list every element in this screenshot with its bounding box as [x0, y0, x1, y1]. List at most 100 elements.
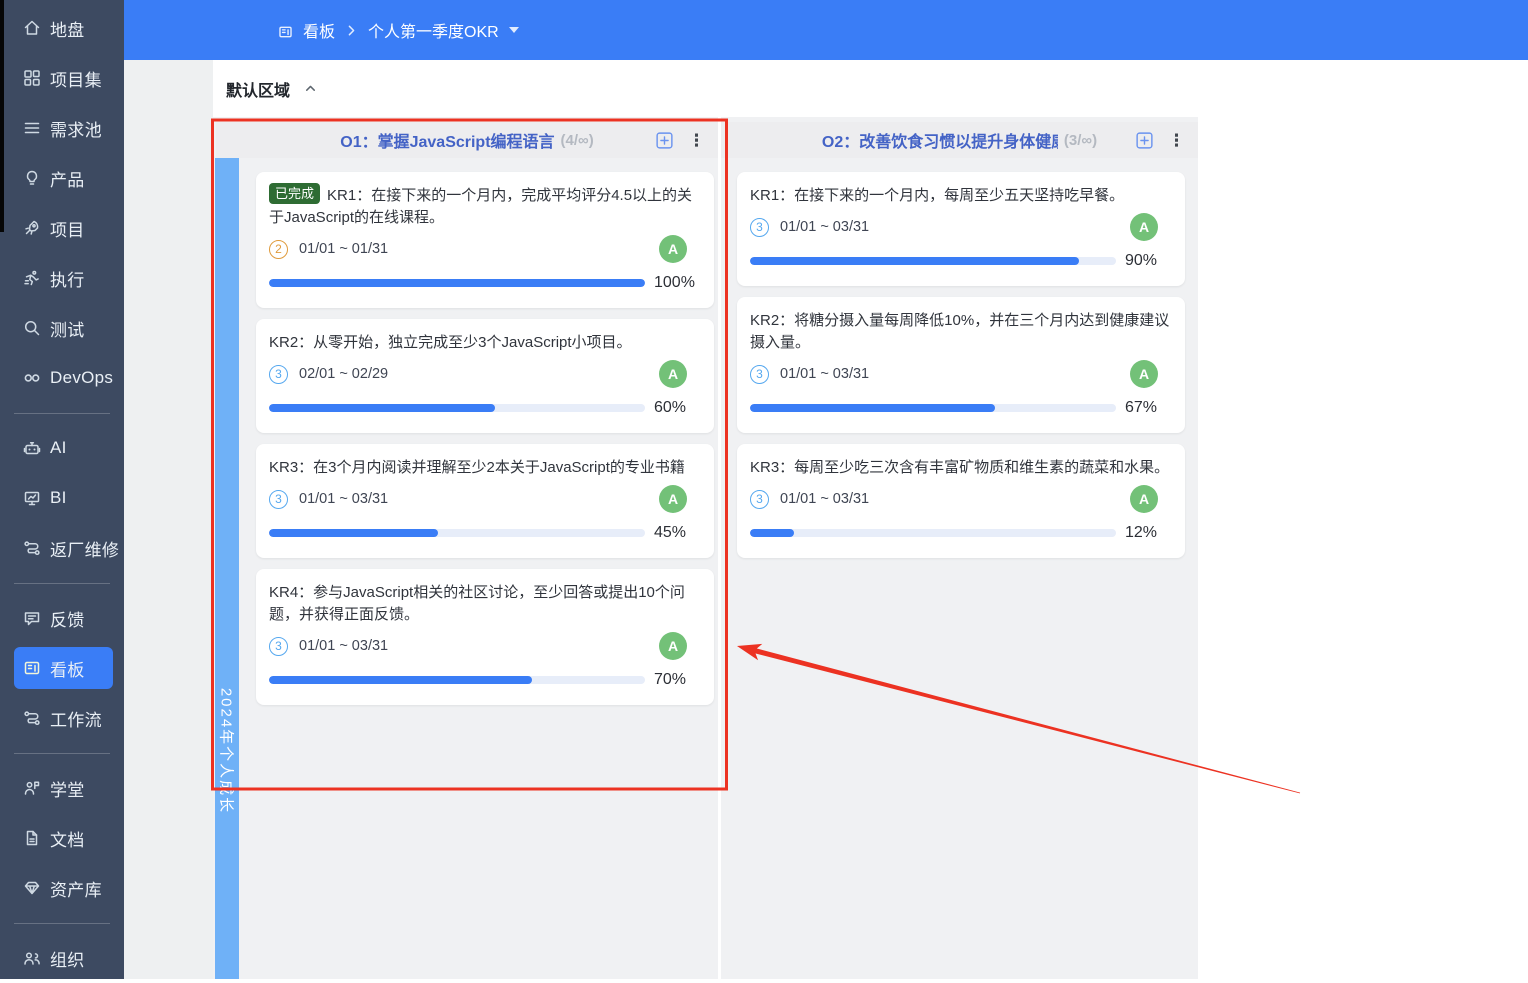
progress-row: 100%: [269, 273, 701, 293]
avatar[interactable]: A: [659, 485, 687, 513]
progress-percent: 100%: [645, 274, 701, 292]
column-header: O1：掌握JavaScript编程语言 (4/∞) ⋮: [216, 122, 718, 158]
sidebar-item-document[interactable]: 文档: [14, 813, 113, 863]
sidebar-item-test[interactable]: 测试: [14, 303, 113, 353]
sidebar-item-project[interactable]: 项目: [14, 203, 113, 253]
kr-card[interactable]: KR1：在接下来的一个月内，每周至少五天坚持吃早餐。 3 01/01 ~ 03/…: [737, 172, 1185, 286]
sidebar-item-label: 执行: [50, 266, 85, 291]
window-edge: [0, 0, 4, 232]
priority-icon: 3: [750, 365, 769, 384]
progress-fill: [750, 257, 1079, 265]
kanban-icon: [277, 22, 294, 39]
progress-row: 45%: [269, 523, 701, 543]
kr-card[interactable]: KR3：每周至少吃三次含有丰富矿物质和维生素的蔬菜和水果。 3 01/01 ~ …: [737, 444, 1185, 558]
card-title-text: KR2：将糖分摄入量每周降低10%，并在三个月内达到健康建议摄入量。: [750, 312, 1169, 351]
progress-percent: 12%: [1116, 524, 1172, 542]
avatar[interactable]: A: [659, 632, 687, 660]
kr-card[interactable]: KR2：将糖分摄入量每周降低10%，并在三个月内达到健康建议摄入量。 3 01/…: [737, 297, 1185, 433]
sidebar-item-execution[interactable]: 执行: [14, 253, 113, 303]
priority-icon: 3: [750, 218, 769, 237]
kanban-board: O1：掌握JavaScript编程语言 (4/∞) ⋮ 已完成KR1：在接下来的…: [213, 117, 1528, 979]
sidebar-item-label: 反馈: [50, 606, 85, 631]
sidebar-item-label: 测试: [50, 316, 85, 341]
asset-icon: [22, 878, 42, 898]
section-header: 默认区域: [213, 60, 1528, 117]
sidebar-item-project-set[interactable]: 项目集: [14, 53, 113, 103]
column-title[interactable]: O1：掌握JavaScript编程语言: [340, 128, 554, 152]
date-range: 02/01 ~ 02/29: [299, 366, 388, 382]
workflow-icon: [22, 708, 42, 728]
sidebar-item-label: 返厂维修: [50, 536, 119, 561]
kr-card[interactable]: KR3：在3个月内阅读并理解至少2本关于JavaScript的专业书籍 3 01…: [256, 444, 714, 558]
sidebar-item-demand-pool[interactable]: 需求池: [14, 103, 113, 153]
project-set-icon: [22, 68, 42, 88]
card-title-text: KR4：参与JavaScript相关的社区讨论，至少回答或提出10个问题，并获得…: [269, 584, 685, 623]
date-range: 01/01 ~ 03/31: [299, 491, 388, 507]
date-range: 01/01 ~ 03/31: [780, 219, 869, 235]
breadcrumb-root[interactable]: 看板: [303, 18, 335, 42]
sidebar-item-label: 地盘: [50, 16, 85, 41]
sidebar-item-ai[interactable]: AI: [14, 423, 113, 473]
kr-card[interactable]: 已完成KR1：在接下来的一个月内，完成平均评分4.5以上的关于JavaScrip…: [256, 172, 714, 308]
progress-bar: [269, 404, 645, 412]
card-list: KR1：在接下来的一个月内，每周至少五天坚持吃早餐。 3 01/01 ~ 03/…: [721, 158, 1198, 558]
column-count: (4/∞): [561, 132, 594, 149]
progress-percent: 60%: [645, 399, 701, 417]
avatar[interactable]: A: [659, 360, 687, 388]
feedback-icon: [22, 608, 42, 628]
sidebar-item-devops[interactable]: DevOps: [14, 353, 113, 403]
home-icon: [22, 18, 42, 38]
kr-card[interactable]: KR4：参与JavaScript相关的社区讨论，至少回答或提出10个问题，并获得…: [256, 569, 714, 705]
progress-fill: [750, 529, 794, 537]
swimlane-strip[interactable]: 2024年个人成长: [215, 158, 239, 979]
main-area: 默认区域 O1：掌握JavaScript编程语言 (4/∞) ⋮ 已完成KR1：…: [124, 60, 1528, 979]
card-title: KR3：在3个月内阅读并理解至少2本关于JavaScript的专业书籍: [269, 457, 701, 479]
kr-card[interactable]: KR2：从零开始，独立完成至少3个JavaScript小项目。 3 02/01 …: [256, 319, 714, 433]
sidebar-item-label: 看板: [50, 656, 85, 681]
add-card-button[interactable]: [656, 132, 673, 149]
breadcrumb: 看板 个人第一季度OKR: [277, 18, 519, 42]
demand-pool-icon: [22, 118, 42, 138]
avatar[interactable]: A: [1130, 213, 1158, 241]
avatar[interactable]: A: [659, 235, 687, 263]
sidebar-item-label: DevOps: [50, 368, 113, 388]
chevron-down-icon[interactable]: [509, 27, 519, 33]
sidebar-item-school[interactable]: 学堂: [14, 763, 113, 813]
sidebar-item-kanban[interactable]: 看板: [14, 647, 113, 689]
progress-row: 70%: [269, 670, 701, 690]
sidebar-item-product[interactable]: 产品: [14, 153, 113, 203]
sidebar-item-home[interactable]: 地盘: [14, 3, 113, 53]
section-title: 默认区域: [226, 77, 290, 101]
column-header: O2：改善饮食习惯以提升身体健康 (3/∞) ⋮: [721, 122, 1198, 158]
bi-icon: [22, 488, 42, 508]
sidebar-item-bi[interactable]: BI: [14, 473, 113, 523]
okr-column-o1: O1：掌握JavaScript编程语言 (4/∞) ⋮ 已完成KR1：在接下来的…: [213, 117, 718, 979]
progress-fill: [269, 676, 532, 684]
sidebar-item-label: 需求池: [50, 116, 102, 141]
sidebar-item-label: 工作流: [50, 706, 102, 731]
status-badge: 已完成: [269, 183, 320, 204]
sidebar-item-feedback[interactable]: 反馈: [14, 593, 113, 643]
chevron-up-icon[interactable]: [303, 81, 318, 96]
column-menu-button[interactable]: ⋮: [688, 132, 705, 149]
sidebar-item-workflow[interactable]: 工作流: [14, 693, 113, 743]
sidebar: 地盘 项目集 需求池 产品 项目 执行 测试 DevOps AI BI 返厂维修: [0, 0, 124, 979]
date-range: 01/01 ~ 03/31: [780, 366, 869, 382]
sidebar-item-repair[interactable]: 返厂维修: [14, 523, 113, 573]
sidebar-item-org[interactable]: 组织: [14, 933, 113, 983]
column-title[interactable]: O2：改善饮食习惯以提升身体健康: [822, 128, 1058, 152]
sidebar-item-label: 产品: [50, 166, 85, 191]
progress-percent: 67%: [1116, 399, 1172, 417]
sidebar-item-asset[interactable]: 资产库: [14, 863, 113, 913]
card-title: KR2：将糖分摄入量每周降低10%，并在三个月内达到健康建议摄入量。: [750, 310, 1172, 354]
sidebar-item-label: AI: [50, 438, 67, 458]
org-icon: [22, 948, 42, 968]
avatar[interactable]: A: [1130, 360, 1158, 388]
avatar[interactable]: A: [1130, 485, 1158, 513]
sidebar-item-label: 资产库: [50, 876, 102, 901]
add-card-button[interactable]: [1136, 132, 1153, 149]
breadcrumb-current[interactable]: 个人第一季度OKR: [368, 18, 499, 42]
column-menu-button[interactable]: ⋮: [1168, 132, 1185, 149]
card-title-text: KR1：在接下来的一个月内，完成平均评分4.5以上的关于JavaScript的在…: [269, 187, 692, 226]
progress-bar: [269, 529, 645, 537]
